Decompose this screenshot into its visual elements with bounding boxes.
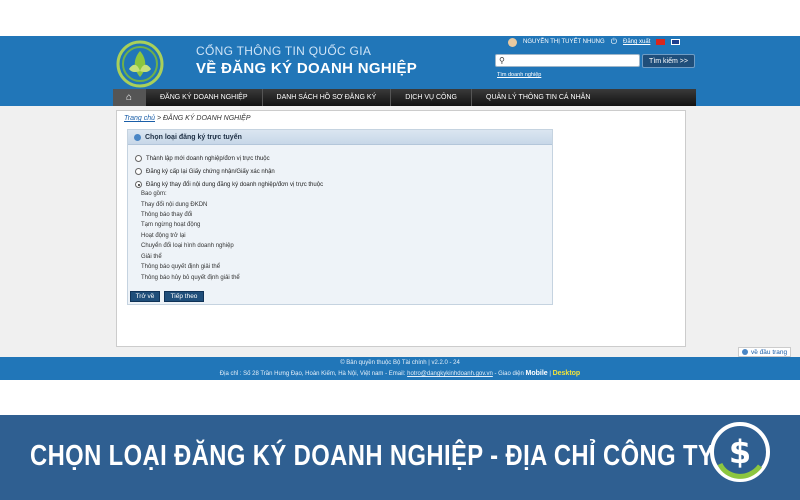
site-footer: © Bản quyền thuộc Bộ Tài chính | v2.2.0 … [0,357,800,380]
list-item: Hoạt động trở lại [141,233,186,239]
nav-item-business-registration[interactable]: ĐĂNG KÝ DOANH NGHIỆP [145,89,262,106]
power-icon[interactable]: ⏻ [611,37,617,47]
list-item: Thông báo hủy bỏ quyết định giải thể [141,275,240,281]
portal-logo [116,40,164,88]
includes-label: Bao gồm: [141,191,167,197]
copyright-text: © Bản quyền thuộc Bộ Tài chính | v2.2.0 … [340,360,460,366]
option-new-establishment[interactable]: Thành lập mới doanh nghiệp/đơn vị trực t… [135,155,270,162]
panel-header: Chọn loại đăng ký trực tuyến [128,130,552,145]
desktop-link[interactable]: Desktop [553,370,581,377]
list-item: Thông báo quyết định giải thể [141,264,221,270]
site-title-line1: CỔNG THÔNG TIN QUỐC GIA [196,44,372,58]
back-to-top-button[interactable]: về đầu trang [738,347,792,357]
english-flag-icon[interactable] [671,39,681,45]
option-label: Đăng ký thay đổi nội dung đăng ký doanh … [146,181,324,188]
back-button[interactable]: Trở về [130,291,160,302]
search-icon: ⚲ [499,56,505,65]
dollar-logo: $ [710,422,770,482]
breadcrumb-separator: > [155,115,163,122]
info-icon [134,133,141,141]
site-title-line2: VỀ ĐĂNG KÝ DOANH NGHIỆP [196,60,418,77]
svg-text:$: $ [729,433,751,471]
radio-reissue-certificate[interactable] [135,168,142,175]
panel-title: Chọn loại đăng ký trực tuyến [145,133,242,141]
search-input[interactable] [510,56,635,66]
mobile-link[interactable]: Mobile [526,370,548,377]
interface-label: - Giao diện [492,371,526,377]
radio-change-registration[interactable] [135,181,142,188]
arrow-up-icon [742,349,748,355]
breadcrumb: Trang chủ > ĐĂNG KÝ DOANH NGHIỆP [124,115,251,122]
footer-address: Địa chỉ : Số 28 Trần Hưng Đạo, Hoàn Kiếm… [0,370,800,377]
user-bar: NGUYỄN THỊ TUYẾT NHUNG ⏻ Đăng xuất [508,36,681,48]
nav-item-personal-info[interactable]: QUẢN LÝ THÔNG TIN CÁ NHÂN [471,89,604,106]
caption-title: CHỌN LOẠI ĐĂNG KÝ DOANH NGHIỆP - ĐỊA CHỈ… [30,440,715,472]
user-icon [508,37,517,47]
nav-item-registration-list[interactable]: DANH SÁCH HỒ SƠ ĐĂNG KÝ [261,89,391,106]
list-item: Thay đổi nội dung ĐKDN [141,202,208,208]
option-reissue-certificate[interactable]: Đăng ký cấp lại Giấy chứng nhận/Giấy xác… [135,168,275,175]
breadcrumb-home-link[interactable]: Trang chủ [124,115,155,122]
address-text: Địa chỉ : Số 28 Trần Hưng Đạo, Hoàn Kiếm… [219,371,408,377]
home-icon[interactable]: ⌂ [113,89,145,106]
main-navbar: ⌂ ĐĂNG KÝ DOANH NGHIỆP DANH SÁCH HỒ SƠ Đ… [113,89,696,106]
list-item: Tạm ngừng hoạt động [141,222,201,228]
support-email-link[interactable]: hotro@dangkykinhdoanh.gov.vn [407,371,493,377]
find-business-link[interactable]: Tìm doanh nghiệp [497,72,541,78]
radio-new-establishment[interactable] [135,155,142,162]
breadcrumb-current: ĐĂNG KÝ DOANH NGHIỆP [162,115,251,122]
list-item: Chuyển đổi loại hình doanh nghiệp [141,243,234,249]
user-name: NGUYỄN THỊ TUYẾT NHUNG [523,39,605,45]
next-button[interactable]: Tiếp theo [164,291,204,302]
option-label: Thành lập mới doanh nghiệp/đơn vị trực t… [146,155,270,162]
search-button[interactable]: Tìm kiếm >> [642,54,695,68]
list-item: Thông báo thay đổi [141,212,193,218]
back-to-top-label: về đầu trang [751,348,788,356]
nav-item-public-services[interactable]: DỊCH VỤ CÔNG [390,89,471,106]
registration-type-panel: Chọn loại đăng ký trực tuyến Thành lập m… [127,129,553,305]
vietnam-flag-icon[interactable] [656,39,666,45]
search-box: ⚲ [495,54,640,67]
list-item: Giải thể [141,254,162,260]
option-label: Đăng ký cấp lại Giấy chứng nhận/Giấy xác… [146,168,275,175]
option-change-registration[interactable]: Đăng ký thay đổi nội dung đăng ký doanh … [135,181,323,188]
logout-link[interactable]: Đăng xuất [623,39,650,45]
